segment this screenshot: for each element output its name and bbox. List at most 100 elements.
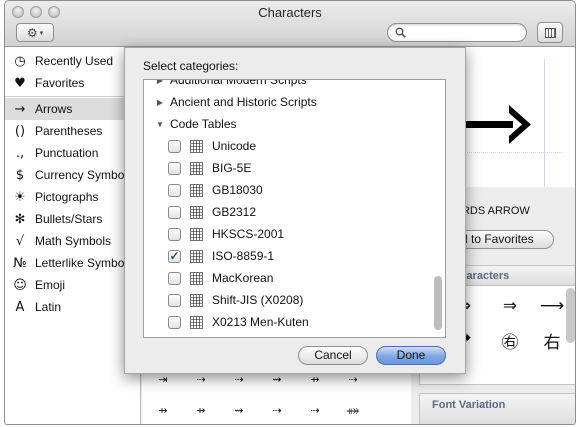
sidebar-item-label: Currency Symbols [35, 168, 134, 182]
category-row-additional-modern-scripts[interactable]: ▶ Additional Modern Scripts [144, 79, 445, 91]
code-table-row-unicode[interactable]: Unicode [144, 135, 445, 157]
disclosure-triangle-icon[interactable]: ▶ [152, 98, 168, 107]
arrow-icon: → [14, 101, 26, 117]
code-table-checkbox[interactable] [168, 271, 181, 285]
sidebar-item-latin[interactable]: A Latin [5, 296, 141, 318]
sheet-title: Select categories: [143, 59, 239, 73]
characters-window: Characters ⚙ ▾ ◷ Recently Used ♥ Favorit… [4, 0, 576, 425]
sidebar-item-label: Favorites [35, 76, 85, 90]
character-cell[interactable]: ⇢ [296, 404, 334, 417]
sidebar-item-recently-used[interactable]: ◷ Recently Used [5, 50, 141, 72]
related-character-cell[interactable]: 右 [534, 328, 570, 353]
sidebar-item-label: Bullets/Stars [35, 212, 103, 226]
character-cell[interactable]: ⇢ [220, 373, 258, 386]
character-cell[interactable]: ⇢ [258, 404, 296, 417]
done-button[interactable]: Done [376, 346, 446, 365]
code-table-checkbox[interactable] [168, 227, 181, 241]
code-table-row-shift-jis[interactable]: Shift-JIS (X0208) [144, 289, 445, 311]
code-table-row-big5e[interactable]: BIG-5E [144, 157, 445, 179]
character-cell[interactable]: ⤁ [334, 404, 372, 418]
sidebar-item-label: Recently Used [35, 54, 114, 68]
code-table-label: ISO-8859-1 [212, 249, 275, 263]
code-table-row-mackorean[interactable]: MacKorean [144, 267, 445, 289]
font-variation-header[interactable]: Font Variation [419, 393, 575, 424]
category-label: Additional Modern Scripts [170, 79, 307, 87]
character-cell[interactable]: ⇥ [144, 373, 182, 386]
sidebar-item-arrows[interactable]: → Arrows [5, 98, 141, 120]
sidebar-item-favorites[interactable]: ♥ Favorites [5, 72, 141, 94]
related-character-cell[interactable]: ㊨ [492, 328, 528, 353]
sidebar-item-pictographs[interactable]: ☀ Pictographs [5, 186, 141, 208]
clock-icon: ◷ [14, 53, 26, 69]
sidebar-item-label: Emoji [35, 278, 66, 292]
code-table-icon [190, 183, 203, 197]
code-table-row-hkscs2001[interactable]: HKSCS-2001 [144, 223, 445, 245]
character-cell[interactable]: ⇝ [220, 404, 258, 417]
character-cell[interactable]: ⇢ [334, 373, 372, 386]
sidebar-item-currency-symbols[interactable]: $ Currency Symbols [5, 164, 141, 186]
character-cell[interactable]: ⇸ [296, 373, 334, 386]
code-table-checkbox[interactable] [168, 205, 181, 219]
heart-icon: ♥ [14, 75, 26, 91]
sidebar-item-label: Arrows [35, 102, 73, 116]
sidebar-item-emoji[interactable]: ☺ Emoji [5, 274, 141, 296]
related-character-cell[interactable]: ⟶ [534, 296, 570, 316]
code-table-row-iso8859-1[interactable]: ✓ ISO-8859-1 [144, 245, 445, 267]
category-label: Ancient and Historic Scripts [170, 95, 317, 109]
code-table-checkbox-checked[interactable]: ✓ [168, 249, 181, 263]
cancel-button[interactable]: Cancel [298, 346, 368, 365]
disclosure-triangle-icon[interactable]: ▶ [152, 80, 168, 85]
window-title: Characters [258, 5, 322, 20]
character-cell[interactable]: ⇝ [258, 373, 296, 386]
rightwards-arrow-glyph [465, 105, 531, 144]
sidebar-item-punctuation[interactable]: ., Punctuation [5, 142, 141, 164]
disclosure-triangle-icon[interactable]: ▼ [152, 120, 168, 129]
code-table-icon [190, 139, 203, 153]
code-table-row-gb2312[interactable]: GB2312 [144, 201, 445, 223]
search-input[interactable] [387, 23, 527, 42]
latin-letter-icon: A [15, 299, 25, 315]
action-menu-button[interactable]: ⚙ ▾ [16, 23, 54, 42]
code-table-checkbox[interactable] [168, 293, 181, 307]
code-table-checkbox[interactable] [168, 161, 181, 175]
sidebar-item-bullets-stars[interactable]: ✻ Bullets/Stars [5, 208, 141, 230]
sidebar-item-math-symbols[interactable]: √ Math Symbols [5, 230, 141, 252]
code-table-row-x0213[interactable]: X0213 Men-Kuten [144, 311, 445, 333]
code-table-icon [190, 227, 203, 241]
character-cell[interactable]: ⇢ [182, 373, 220, 386]
punctuation-icon: ., [15, 145, 25, 161]
character-cell[interactable]: ⇸ [182, 404, 220, 417]
select-categories-sheet: Select categories: ▶ Additional Modern S… [124, 47, 466, 374]
code-table-icon [190, 249, 203, 263]
category-row-code-tables[interactable]: ▼ Code Tables [144, 113, 445, 135]
sidebar-divider [5, 96, 141, 97]
code-table-label: BIG-5E [212, 161, 252, 175]
star-icon: ✻ [14, 211, 26, 227]
related-character-cell[interactable]: ⇒ [492, 296, 528, 316]
smiley-icon: ☺ [13, 277, 27, 293]
code-table-checkbox[interactable] [168, 139, 181, 153]
chevron-down-icon: ▾ [39, 29, 44, 37]
code-table-checkbox[interactable] [168, 183, 181, 197]
code-table-checkbox[interactable] [168, 315, 181, 329]
title-bar: Characters ⚙ ▾ [5, 1, 575, 47]
sidebar-item-parentheses[interactable]: () Parentheses [5, 120, 141, 142]
sqrt-icon: √ [15, 233, 25, 249]
code-table-icon [190, 161, 203, 175]
code-table-label: HKSCS-2001 [212, 227, 285, 241]
character-palette-toggle-button[interactable] [537, 22, 563, 43]
parentheses-icon: () [14, 123, 26, 139]
character-cell[interactable]: ⇸ [144, 404, 182, 417]
code-table-label: X0213 Men-Kuten [212, 315, 309, 329]
sidebar-item-label: Pictographs [35, 190, 99, 204]
code-table-label: MacKorean [212, 271, 274, 285]
sidebar-item-label: Parentheses [35, 124, 103, 138]
sidebar-item-letterlike-symbols[interactable]: № Letterlike Symbols [5, 252, 141, 274]
code-table-label: Shift-JIS (X0208) [212, 293, 304, 307]
code-table-icon [190, 271, 203, 285]
related-scrollbar[interactable] [566, 288, 575, 343]
category-row-ancient-historic-scripts[interactable]: ▶ Ancient and Historic Scripts [144, 91, 445, 113]
category-list-scrollbar[interactable] [434, 276, 442, 330]
sidebar-item-label: Latin [35, 300, 62, 314]
code-table-row-gb18030[interactable]: GB18030 [144, 179, 445, 201]
